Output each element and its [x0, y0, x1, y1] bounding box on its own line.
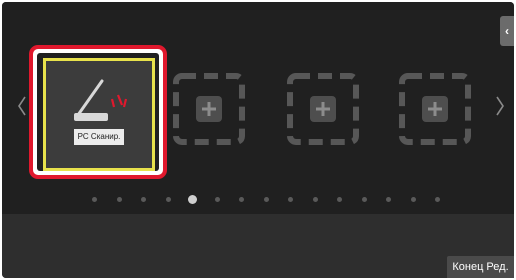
shortcut-pc-scan[interactable]: PC Сканир.: [43, 58, 155, 171]
page-dot-active[interactable]: [188, 195, 197, 204]
page-dot[interactable]: [410, 197, 416, 202]
end-edit-button[interactable]: Конец Ред.: [447, 256, 514, 278]
page-dot[interactable]: [92, 197, 97, 202]
page-dot[interactable]: [435, 197, 440, 202]
page-dot[interactable]: [116, 197, 122, 202]
chevron-left-icon: ‹: [505, 24, 509, 38]
add-icon: [173, 73, 245, 145]
add-shortcut-slot[interactable]: [286, 72, 360, 146]
page-dot[interactable]: [141, 197, 146, 202]
page-dot[interactable]: [386, 197, 391, 202]
add-icon: [287, 73, 359, 145]
screen: ‹ PC Сканир.: [2, 2, 514, 278]
page-dot[interactable]: [288, 197, 293, 202]
footer-bar: [2, 214, 514, 278]
page-dot[interactable]: [312, 197, 318, 202]
home-screen-area: ‹ PC Сканир.: [2, 2, 514, 214]
page-dot[interactable]: [165, 197, 171, 202]
add-shortcut-slot[interactable]: [172, 72, 246, 146]
page-dot[interactable]: [337, 197, 342, 202]
chevron-right-icon: [496, 96, 504, 116]
shortcut-label: PC Сканир.: [74, 129, 124, 145]
chevron-left-icon: [18, 96, 26, 116]
page-dot[interactable]: [214, 197, 220, 202]
next-page-button[interactable]: [494, 94, 506, 118]
page-dot[interactable]: [263, 197, 269, 202]
add-shortcut-slot[interactable]: [398, 72, 472, 146]
page-indicator: [92, 194, 452, 206]
page-dot[interactable]: [239, 197, 244, 202]
page-dot[interactable]: [361, 197, 367, 202]
add-icon: [399, 73, 471, 145]
scanner-icon: [74, 79, 128, 121]
prev-page-button[interactable]: [16, 94, 28, 118]
side-panel-tab[interactable]: ‹: [500, 16, 514, 46]
